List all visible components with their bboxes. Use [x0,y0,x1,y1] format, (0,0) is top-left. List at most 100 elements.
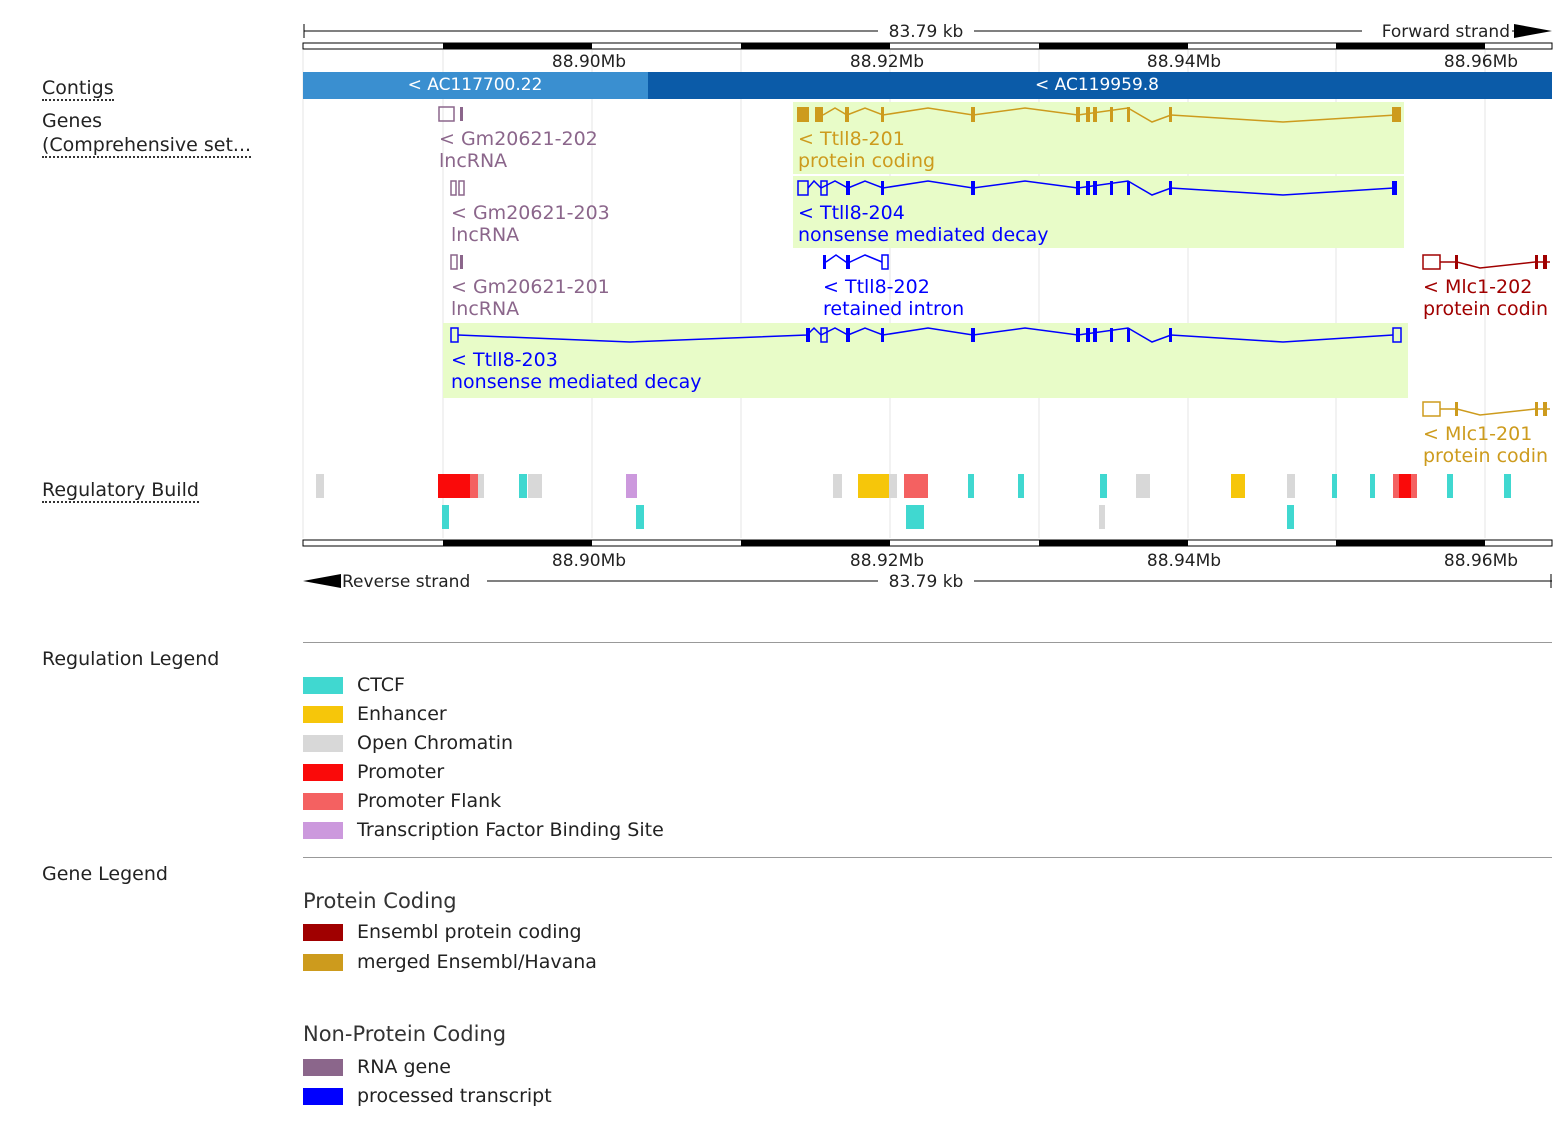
track-image: 83.79 kb Forward strand 88.90Mb 88.92Mb … [302,20,1553,592]
legend-open-chromatin-label: Open Chromatin [357,732,514,754]
open-chromatin-swatch [303,734,343,752]
reg-promoter[interactable] [438,474,470,498]
transcript-ttll8-202[interactable]: < Ttll8-202 retained intron [823,254,964,320]
reg-ctcf[interactable] [1018,474,1024,498]
legend-enhancer-label: Enhancer [357,703,447,725]
reg-enhancer[interactable] [1231,474,1245,498]
reg-promoter-flank[interactable] [470,474,478,498]
reg-ctcf[interactable] [519,474,527,498]
gene-legend-divider [303,857,1552,858]
gm20621-201-name: < Gm20621-201 [451,276,610,298]
reg-open-chromatin[interactable] [1287,474,1295,498]
legend-ctcf: CTCF [303,673,405,697]
gm20621-203-biotype: lncRNA [451,224,519,246]
ctcf-swatch [303,676,343,694]
promoter-flank-swatch [303,792,343,810]
contig-ac117700-label: < AC117700.22 [408,75,543,95]
reg-promoter-flank[interactable] [1393,474,1399,498]
legend-promoter-flank: Promoter Flank [303,789,501,813]
reg-open-chromatin[interactable] [889,474,897,498]
ensembl-region-view: Contigs Genes (Comprehensive set... Regu… [0,0,1554,1127]
gm20621-201-biotype: lncRNA [451,298,519,320]
rna-gene-swatch [303,1058,343,1076]
reverse-strand-arrow-icon [303,574,341,588]
contigs-track: < AC117700.22 < AC119959.8 [303,72,1552,99]
bottom-span-label: 83.79 kb [889,572,964,592]
reg-open-chromatin[interactable] [528,474,542,498]
ttll8-204-name: < Ttll8-204 [798,202,905,224]
reg-ctcf[interactable] [1332,474,1337,498]
mlc1-201-biotype: protein codin [1423,445,1548,467]
mlc1-202-name: < Mlc1-202 [1423,276,1532,298]
legend-ctcf-label: CTCF [357,674,405,696]
reg-tfbs[interactable] [626,474,637,498]
ttll8-202-name: < Ttll8-202 [823,276,930,298]
reg-ctcf[interactable] [1447,474,1453,498]
ttll8-201-name: < Ttll8-201 [798,128,905,150]
ensembl-protein-coding-swatch [303,923,343,941]
top-scale-seg-3 [1039,43,1188,49]
transcript-gm20621-202[interactable]: < Gm20621-202 lncRNA [438,106,598,172]
reg-ctcf[interactable] [442,505,449,529]
transcript-mlc1-202[interactable]: < Mlc1-202 protein codin [1422,254,1550,320]
transcript-gm20621-203[interactable]: < Gm20621-203 lncRNA [450,180,610,246]
reg-ctcf[interactable] [1100,474,1107,498]
regulation-legend-divider [303,642,1552,643]
legend-open-chromatin: Open Chromatin [303,731,513,755]
reg-open-chromatin[interactable] [316,474,324,498]
ttll8-204-biotype: nonsense mediated decay [798,224,1048,246]
reg-promoter[interactable] [1399,474,1411,498]
ttll8-202-biotype: retained intron [823,298,964,320]
transcript-mlc1-201[interactable]: < Mlc1-201 protein codin [1422,401,1550,467]
top-scale-seg-4 [1336,43,1485,49]
legend-rna-gene: RNA gene [303,1055,451,1079]
reg-ctcf[interactable] [1504,474,1511,498]
contig-ac119959-label: < AC119959.8 [1035,75,1159,95]
reg-promoter-flank[interactable] [1411,474,1417,498]
mlc1-202-biotype: protein codin [1423,298,1548,320]
legend-enhancer: Enhancer [303,702,447,726]
top-ruler: 83.79 kb Forward strand 88.90Mb 88.92Mb … [302,20,1553,72]
forward-strand-arrow-icon [1514,24,1552,38]
bottom-scale-seg-4 [1336,540,1485,546]
reg-ctcf[interactable] [906,505,924,529]
bottom-scale-seg-1 [443,540,592,546]
promoter-swatch [303,763,343,781]
bottom-tick-label-3: 88.94Mb [1147,551,1221,571]
tfbs-swatch [303,821,343,839]
gene-legend-title: Gene Legend [42,863,168,885]
gm20621-203-name: < Gm20621-203 [451,202,610,224]
bottom-scale-seg-2 [741,540,890,546]
top-tick-label-4: 88.96Mb [1444,52,1518,72]
bottom-tick-label-2: 88.92Mb [850,551,924,571]
reg-ctcf[interactable] [1370,474,1375,498]
legend-promoter-label: Promoter [357,761,445,783]
ttll8-201-biotype: protein coding [798,150,935,172]
non-protein-coding-heading: Non-Protein Coding [303,1022,507,1046]
legend-processed-transcript: processed transcript [303,1084,552,1108]
legend-promoter: Promoter [303,760,444,784]
enhancer-swatch [303,705,343,723]
legend-rna-gene-label: RNA gene [357,1056,451,1078]
regulatory-build-track [316,474,1511,529]
legend-ensembl-protein-coding-label: Ensembl protein coding [357,921,582,943]
top-span-label: 83.79 kb [889,22,964,42]
bottom-scale-seg-3 [1039,540,1188,546]
reg-ctcf[interactable] [968,474,974,498]
reg-promoter-flank[interactable] [904,474,928,498]
reg-enhancer[interactable] [858,474,889,498]
top-tick-label-2: 88.92Mb [850,52,924,72]
reg-ctcf[interactable] [636,505,644,529]
transcript-gm20621-201[interactable]: < Gm20621-201 lncRNA [450,254,610,320]
bottom-tick-label-1: 88.90Mb [552,551,626,571]
reverse-strand-label: Reverse strand [342,572,470,592]
mlc1-201-name: < Mlc1-201 [1423,423,1532,445]
reg-open-chromatin[interactable] [1099,505,1105,529]
reg-open-chromatin[interactable] [1136,474,1150,498]
reg-ctcf[interactable] [1287,505,1294,529]
reg-open-chromatin[interactable] [478,474,484,498]
protein-coding-heading: Protein Coding [303,889,457,913]
reg-open-chromatin[interactable] [833,474,842,498]
legend-promoter-flank-label: Promoter Flank [357,790,502,812]
top-scale-seg-2 [741,43,890,49]
